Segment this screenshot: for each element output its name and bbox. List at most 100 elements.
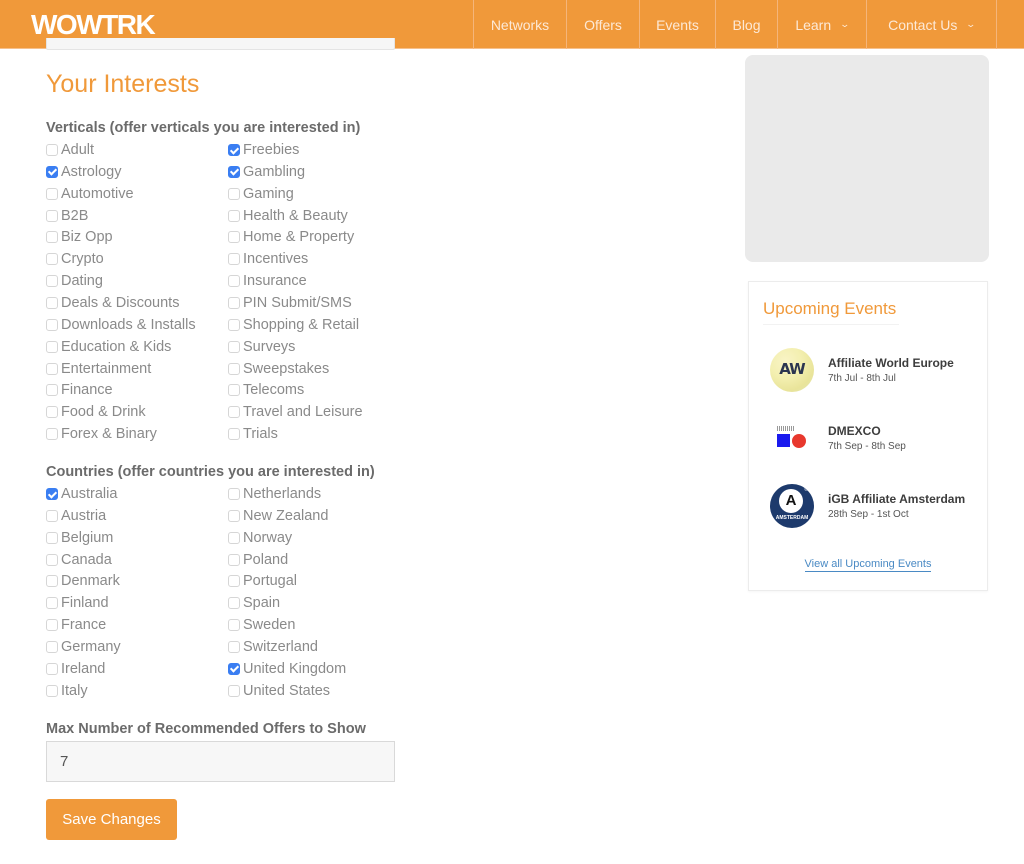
- countries-option-sweden[interactable]: Sweden: [228, 615, 295, 635]
- site-logo[interactable]: WOWTRK: [31, 9, 156, 41]
- checkbox-unchecked[interactable]: [228, 531, 240, 544]
- checkbox-unchecked[interactable]: [228, 209, 240, 222]
- countries-option-united-kingdom[interactable]: United Kingdom: [228, 659, 346, 679]
- checkbox-unchecked[interactable]: [46, 509, 58, 522]
- checkbox-unchecked[interactable]: [46, 209, 58, 222]
- verticals-option-freebies[interactable]: Freebies: [228, 140, 299, 160]
- checkbox-unchecked[interactable]: [228, 296, 240, 309]
- event-item-igb-affiliate-amsterdam[interactable]: A ® AMSTERDAM iGB Affiliate Amsterdam 28…: [769, 483, 979, 529]
- verticals-option-crypto[interactable]: Crypto: [46, 249, 104, 269]
- verticals-option-travel-and-leisure[interactable]: Travel and Leisure: [228, 402, 363, 422]
- verticals-option-surveys[interactable]: Surveys: [228, 337, 295, 357]
- verticals-option-telecoms[interactable]: Telecoms: [228, 380, 304, 400]
- checkbox-unchecked[interactable]: [46, 144, 58, 156]
- verticals-option-astrology[interactable]: Astrology: [46, 162, 121, 182]
- checkbox-checked[interactable]: [46, 165, 58, 178]
- checkbox-unchecked[interactable]: [46, 619, 58, 632]
- checkbox-unchecked[interactable]: [46, 662, 58, 675]
- previous-field-input[interactable]: [46, 38, 395, 50]
- checkbox-checked[interactable]: [228, 662, 240, 675]
- countries-option-italy[interactable]: Italy: [46, 681, 88, 701]
- verticals-option-home-property[interactable]: Home & Property: [228, 227, 354, 247]
- verticals-option-deals-discounts[interactable]: Deals & Discounts: [46, 293, 179, 313]
- checkbox-unchecked[interactable]: [228, 362, 240, 375]
- checkbox-unchecked[interactable]: [46, 553, 58, 566]
- verticals-option-dating[interactable]: Dating: [46, 271, 103, 291]
- verticals-option-insurance[interactable]: Insurance: [228, 271, 307, 291]
- checkbox-unchecked[interactable]: [46, 231, 58, 244]
- checkbox-unchecked[interactable]: [228, 275, 240, 288]
- verticals-option-health-beauty[interactable]: Health & Beauty: [228, 206, 348, 226]
- checkbox-unchecked[interactable]: [228, 187, 240, 200]
- verticals-option-entertainment[interactable]: Entertainment: [46, 359, 151, 379]
- verticals-option-sweepstakes[interactable]: Sweepstakes: [228, 359, 329, 379]
- nav-item-learn[interactable]: Learn ⌄: [777, 0, 866, 49]
- verticals-option-education-kids[interactable]: Education & Kids: [46, 337, 171, 357]
- verticals-option-gambling[interactable]: Gambling: [228, 162, 305, 182]
- checkbox-unchecked[interactable]: [228, 575, 240, 588]
- countries-option-france[interactable]: France: [46, 615, 106, 635]
- countries-option-denmark[interactable]: Denmark: [46, 571, 120, 591]
- countries-option-switzerland[interactable]: Switzerland: [228, 637, 318, 657]
- checkbox-unchecked[interactable]: [46, 384, 58, 397]
- countries-option-spain[interactable]: Spain: [228, 593, 280, 613]
- verticals-option-trials[interactable]: Trials: [228, 424, 278, 444]
- save-changes-button[interactable]: Save Changes: [46, 799, 177, 840]
- countries-option-new-zealand[interactable]: New Zealand: [228, 506, 328, 526]
- countries-option-belgium[interactable]: Belgium: [46, 528, 113, 548]
- checkbox-unchecked[interactable]: [228, 318, 240, 331]
- event-item-dmexco[interactable]: DMEXCO 7th Sep - 8th Sep: [769, 415, 979, 461]
- event-item-affiliate-world-europe[interactable]: AW Affiliate World Europe 7th Jul - 8th …: [769, 347, 979, 393]
- verticals-option-forex-binary[interactable]: Forex & Binary: [46, 424, 157, 444]
- verticals-option-food-drink[interactable]: Food & Drink: [46, 402, 146, 422]
- verticals-option-pin-submit-sms[interactable]: PIN Submit/SMS: [228, 293, 352, 313]
- verticals-option-b2b[interactable]: B2B: [46, 206, 88, 226]
- checkbox-unchecked[interactable]: [46, 318, 58, 331]
- countries-option-australia[interactable]: Australia: [46, 484, 117, 504]
- checkbox-unchecked[interactable]: [228, 340, 240, 353]
- checkbox-unchecked[interactable]: [46, 640, 58, 653]
- checkbox-unchecked[interactable]: [46, 428, 58, 441]
- checkbox-unchecked[interactable]: [46, 340, 58, 353]
- nav-item-networks[interactable]: Networks: [473, 0, 566, 49]
- verticals-option-biz-opp[interactable]: Biz Opp: [46, 227, 113, 247]
- countries-option-ireland[interactable]: Ireland: [46, 659, 105, 679]
- verticals-option-automotive[interactable]: Automotive: [46, 184, 134, 204]
- verticals-option-finance[interactable]: Finance: [46, 380, 113, 400]
- countries-option-norway[interactable]: Norway: [228, 528, 292, 548]
- countries-option-austria[interactable]: Austria: [46, 506, 106, 526]
- nav-item-offers[interactable]: Offers: [566, 0, 639, 49]
- verticals-option-gaming[interactable]: Gaming: [228, 184, 294, 204]
- nav-item-contact-us[interactable]: Contact Us ⌄: [866, 0, 997, 49]
- checkbox-unchecked[interactable]: [228, 684, 240, 697]
- nav-item-blog[interactable]: Blog: [715, 0, 777, 49]
- max-offers-input[interactable]: [46, 741, 395, 782]
- checkbox-unchecked[interactable]: [228, 619, 240, 632]
- checkbox-unchecked[interactable]: [46, 597, 58, 610]
- checkbox-unchecked[interactable]: [46, 684, 58, 697]
- checkbox-unchecked[interactable]: [46, 575, 58, 588]
- checkbox-unchecked[interactable]: [228, 231, 240, 244]
- countries-option-canada[interactable]: Canada: [46, 550, 112, 570]
- checkbox-unchecked[interactable]: [46, 296, 58, 309]
- checkbox-unchecked[interactable]: [228, 640, 240, 653]
- nav-item-events[interactable]: Events: [639, 0, 715, 49]
- verticals-option-downloads-installs[interactable]: Downloads & Installs: [46, 315, 196, 335]
- checkbox-unchecked[interactable]: [228, 509, 240, 522]
- checkbox-unchecked[interactable]: [228, 428, 240, 441]
- countries-option-united-states[interactable]: United States: [228, 681, 330, 701]
- checkbox-unchecked[interactable]: [46, 531, 58, 544]
- checkbox-unchecked[interactable]: [228, 488, 240, 500]
- verticals-option-shopping-retail[interactable]: Shopping & Retail: [228, 315, 359, 335]
- checkbox-checked[interactable]: [228, 144, 240, 156]
- checkbox-checked[interactable]: [46, 488, 58, 500]
- checkbox-unchecked[interactable]: [228, 553, 240, 566]
- checkbox-unchecked[interactable]: [46, 275, 58, 288]
- checkbox-unchecked[interactable]: [46, 406, 58, 419]
- countries-option-germany[interactable]: Germany: [46, 637, 121, 657]
- checkbox-unchecked[interactable]: [228, 406, 240, 419]
- countries-option-portugal[interactable]: Portugal: [228, 571, 297, 591]
- verticals-option-incentives[interactable]: Incentives: [228, 249, 308, 269]
- checkbox-unchecked[interactable]: [46, 253, 58, 266]
- checkbox-unchecked[interactable]: [46, 362, 58, 375]
